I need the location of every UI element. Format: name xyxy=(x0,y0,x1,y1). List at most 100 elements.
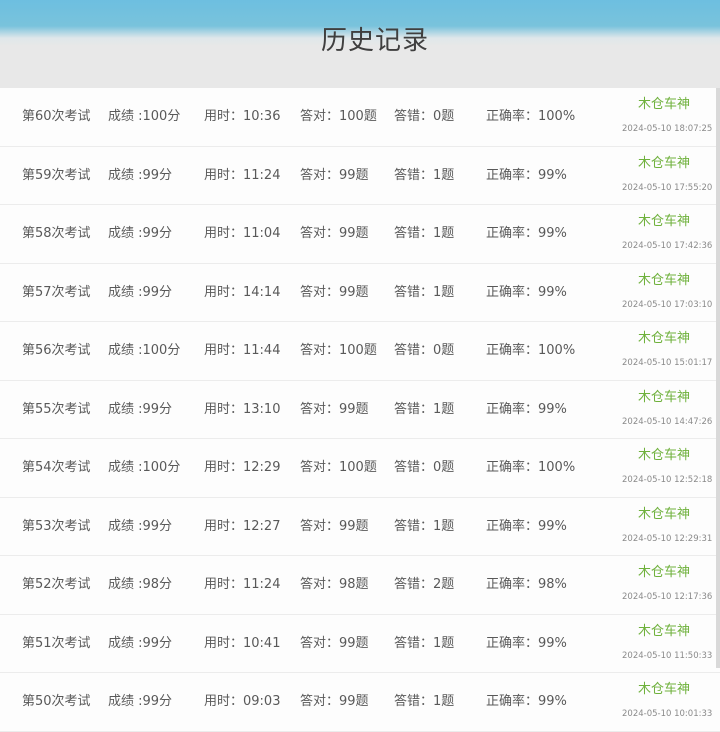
user-name: 木仓车神 xyxy=(637,389,690,405)
wrong-count: 答错：0题 xyxy=(394,343,455,358)
duration-value: 用时：14:14 xyxy=(204,284,281,300)
accuracy-rate: 正确率：99% xyxy=(486,284,567,300)
correct-count: 答对：98题 xyxy=(300,577,369,592)
duration-value: 用时：11:24 xyxy=(204,167,281,183)
history-record-row[interactable]: 第56次考试 成绩 :100分 用时：11:44 答对：100题 答错：0题 正确率：10… xyxy=(0,322,720,381)
wrong-count: 答错：1题 xyxy=(394,635,455,651)
user-name: 木仓车神 xyxy=(637,155,690,171)
exam-label: 第52次考试 xyxy=(22,577,91,592)
correct-count: 答对：100题 xyxy=(300,109,377,124)
score-value: 成绩 :100分 xyxy=(108,343,181,358)
accuracy-rate: 正确率：99% xyxy=(486,226,567,241)
user-name: 木仓车神 xyxy=(637,623,690,639)
record-timestamp: 2024-05-10 17:03:10 xyxy=(622,299,713,310)
duration-value: 用时：12:29 xyxy=(204,460,281,475)
accuracy-rate: 正确率：100% xyxy=(486,460,576,475)
record-timestamp: 2024-05-10 11:50:33 xyxy=(622,650,713,661)
wrong-count: 答错：1题 xyxy=(394,226,455,241)
wrong-count: 答错：1题 xyxy=(394,401,455,417)
user-name: 木仓车神 xyxy=(637,448,690,463)
record-timestamp: 2024-05-10 15:01:17 xyxy=(622,358,713,368)
wrong-count: 答错：1题 xyxy=(394,284,455,300)
history-record-row[interactable]: 第53次考试 成绩 :99分 用时：12:27 答对：99题 答错：1题 正确率：99% 木… xyxy=(0,497,720,556)
score-value: 成绩 :98分 xyxy=(108,577,173,592)
history-record-row[interactable]: 第59次考试 成绩 :99分 用时：11:24 答对：99题 答错：1题 正确率：99% 木… xyxy=(0,146,720,205)
duration-value: 用时：12:27 xyxy=(204,518,281,534)
wrong-count: 答错：1题 xyxy=(394,518,455,534)
user-name: 木仓车神 xyxy=(637,97,690,112)
correct-count: 答对：99题 xyxy=(300,226,369,241)
score-value: 成绩 :99分 xyxy=(108,167,173,183)
correct-count: 答对：100题 xyxy=(300,460,377,475)
duration-value: 用时：13:10 xyxy=(204,401,281,417)
record-timestamp: 2024-05-10 10:01:33 xyxy=(622,709,713,719)
duration-value: 用时：10:36 xyxy=(204,109,281,124)
record-timestamp: 2024-05-10 18:07:25 xyxy=(622,124,713,134)
user-name: 木仓车神 xyxy=(637,506,690,522)
scrollbar[interactable] xyxy=(716,88,720,668)
record-timestamp: 2024-05-10 17:42:36 xyxy=(622,241,713,251)
duration-value: 用时：11:04 xyxy=(204,226,281,241)
wrong-count: 答错：0题 xyxy=(394,109,455,124)
exam-label: 第60次考试 xyxy=(22,109,91,124)
accuracy-rate: 正确率：98% xyxy=(486,577,567,592)
history-record-row[interactable]: 第50次考试 成绩 :99分 用时：09:03 答对：99题 答错：1题 正确率：99% 木… xyxy=(0,673,720,732)
accuracy-rate: 正确率：99% xyxy=(486,635,567,651)
exam-label: 第51次考试 xyxy=(22,635,91,651)
history-record-row[interactable]: 第54次考试 成绩 :100分 用时：12:29 答对：100题 答错：0题 正确率：10… xyxy=(0,439,720,498)
history-record-row[interactable]: 第57次考试 成绩 :99分 用时：14:14 答对：99题 答错：1题 正确率：99% 木… xyxy=(0,263,720,322)
score-value: 成绩 :100分 xyxy=(108,460,181,475)
user-name: 木仓车神 xyxy=(637,272,690,288)
wrong-count: 答错：0题 xyxy=(394,460,455,475)
page-header: 历史记录 xyxy=(0,0,720,88)
exam-label: 第57次考试 xyxy=(22,284,91,300)
user-name: 木仓车神 xyxy=(637,214,690,229)
duration-value: 用时：10:41 xyxy=(204,635,281,651)
exam-label: 第55次考试 xyxy=(22,401,91,417)
record-timestamp: 2024-05-10 17:55:20 xyxy=(622,182,713,193)
user-name: 木仓车神 xyxy=(637,565,690,580)
accuracy-rate: 正确率：99% xyxy=(486,518,567,534)
score-value: 成绩 :99分 xyxy=(108,518,173,534)
accuracy-rate: 正确率：99% xyxy=(486,167,567,183)
user-name: 木仓车神 xyxy=(637,331,690,346)
wrong-count: 答错：2题 xyxy=(394,577,455,592)
accuracy-rate: 正确率：100% xyxy=(486,109,576,124)
correct-count: 答对：100题 xyxy=(300,343,377,358)
accuracy-rate: 正确率：99% xyxy=(486,401,567,417)
score-value: 成绩 :99分 xyxy=(108,401,173,417)
correct-count: 答对：99题 xyxy=(300,401,369,417)
user-name: 木仓车神 xyxy=(637,682,690,697)
wrong-count: 答错：1题 xyxy=(394,694,455,709)
record-timestamp: 2024-05-10 12:17:36 xyxy=(622,592,713,602)
exam-label: 第50次考试 xyxy=(22,694,91,709)
duration-value: 用时：11:44 xyxy=(204,343,281,358)
correct-count: 答对：99题 xyxy=(300,518,369,534)
score-value: 成绩 :99分 xyxy=(108,284,173,300)
history-record-row[interactable]: 第52次考试 成绩 :98分 用时：11:24 答对：98题 答错：2题 正确率：98% 木… xyxy=(0,556,720,615)
correct-count: 答对：99题 xyxy=(300,284,369,300)
correct-count: 答对：99题 xyxy=(300,167,369,183)
record-timestamp: 2024-05-10 14:47:26 xyxy=(622,416,713,427)
score-value: 成绩 :100分 xyxy=(108,109,181,124)
score-value: 成绩 :99分 xyxy=(108,635,173,651)
exam-label: 第58次考试 xyxy=(22,226,91,241)
page-title: 历史记录 xyxy=(320,26,429,56)
history-record-row[interactable]: 第55次考试 成绩 :99分 用时：13:10 答对：99题 答错：1题 正确率：99% 木… xyxy=(0,380,720,439)
duration-value: 用时：09:03 xyxy=(204,694,281,709)
history-record-list[interactable]: 第60次考试 成绩 :100分 用时：10:36 答对：100题 答错：0题 正确率：10… xyxy=(0,88,720,732)
exam-label: 第54次考试 xyxy=(22,460,91,475)
exam-label: 第59次考试 xyxy=(22,167,91,183)
history-record-row[interactable]: 第60次考试 成绩 :100分 用时：10:36 答对：100题 答错：0题 正确率：10… xyxy=(0,88,720,147)
score-value: 成绩 :99分 xyxy=(108,694,173,709)
record-timestamp: 2024-05-10 12:52:18 xyxy=(622,475,713,485)
history-record-row[interactable]: 第51次考试 成绩 :99分 用时：10:41 答对：99题 答错：1题 正确率：99% 木… xyxy=(0,614,720,673)
exam-label: 第53次考试 xyxy=(22,518,91,534)
exam-label: 第56次考试 xyxy=(22,343,91,358)
accuracy-rate: 正确率：100% xyxy=(486,343,576,358)
duration-value: 用时：11:24 xyxy=(204,577,281,592)
correct-count: 答对：99题 xyxy=(300,694,369,709)
correct-count: 答对：99题 xyxy=(300,635,369,651)
score-value: 成绩 :99分 xyxy=(108,226,173,241)
history-record-row[interactable]: 第58次考试 成绩 :99分 用时：11:04 答对：99题 答错：1题 正确率：99% 木… xyxy=(0,205,720,264)
